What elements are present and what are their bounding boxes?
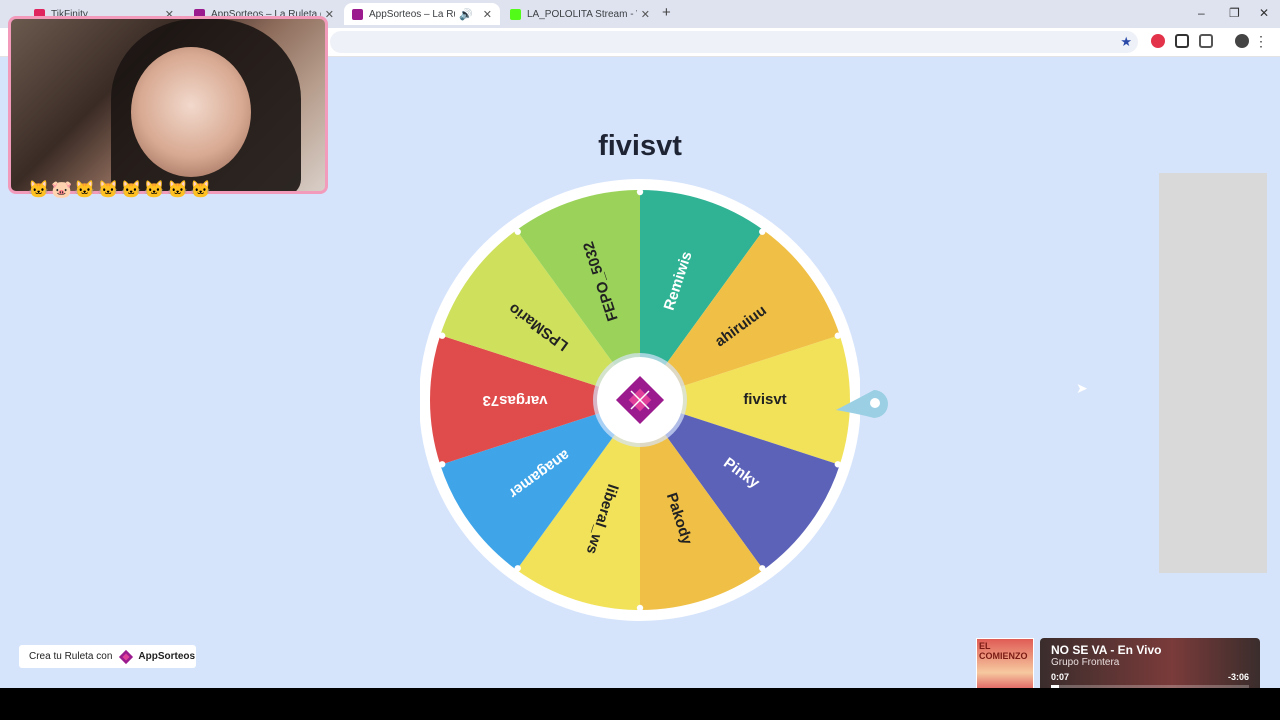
wheel-segment-label: fivisvt — [743, 391, 786, 408]
wheel-peg — [438, 461, 446, 468]
webcam-face — [131, 47, 251, 177]
address-bar[interactable]: ★ — [330, 31, 1138, 53]
puzzle-extensions-icon[interactable] — [1199, 34, 1213, 48]
wheel-peg — [438, 332, 446, 339]
song-title: NO SE VA - En Vivo — [1051, 643, 1162, 657]
remaining-time: -3:06 — [1227, 672, 1249, 682]
wheel-peg — [834, 332, 842, 339]
side-panel — [1159, 173, 1267, 573]
star-icon[interactable]: ★ — [1120, 34, 1132, 50]
wheel-peg — [514, 565, 521, 572]
profile-avatar[interactable] — [1235, 34, 1249, 48]
create-roulette-link[interactable]: Crea tu Ruleta con AppSorteos — [19, 645, 196, 668]
song-artist: Grupo Frontera — [1051, 657, 1120, 668]
promo-brand: AppSorteos — [138, 651, 196, 662]
close-tab-icon[interactable]: ✕ — [641, 8, 650, 21]
winner-title: fivisvt — [598, 130, 682, 162]
minimize-button[interactable]: – — [1198, 6, 1205, 20]
close-window-button[interactable]: ✕ — [1259, 6, 1269, 20]
roulette-wheel[interactable]: fivisvt Pinky Pakody liberal_ws anagamer varg… — [419, 178, 861, 622]
appsorteos-logo-icon — [119, 649, 134, 664]
wheel-pointer-icon — [836, 390, 888, 418]
menu-icon[interactable]: ⋮ — [1254, 33, 1268, 50]
cat-faces-decoration: 🐱🐷🐱🐱🐱🐱🐱🐱 — [28, 180, 214, 199]
wheel-segment-label: vargas73 — [482, 392, 547, 409]
adblock-extension-icon[interactable] — [1151, 34, 1165, 48]
bottom-black-bar — [0, 688, 1280, 720]
tab-title: LA_POLOLITA Stream - Watch Live — [527, 8, 637, 20]
promo-text: Crea tu Ruleta con — [29, 651, 113, 662]
tab-kick-stream[interactable]: LA_POLOLITA Stream - Watch Live ✕ — [502, 3, 658, 25]
tab-appsorteos-active[interactable]: AppSorteos – La Ruleta de la Suerte 🔊 ✕ — [344, 3, 500, 25]
appsorteos-icon — [352, 8, 363, 20]
audio-icon[interactable]: 🔊 — [459, 8, 473, 21]
elapsed-time: 0:07 — [1051, 672, 1070, 682]
wheel-peg — [636, 604, 644, 612]
wheel-peg — [514, 228, 521, 235]
extension-icon[interactable] — [1175, 34, 1189, 48]
mouse-cursor-icon: ➤ — [1076, 380, 1088, 396]
wheel-peg — [636, 188, 644, 196]
album-art-text: EL COMIENZO — [979, 641, 1028, 661]
wheel-peg — [834, 461, 842, 468]
restore-button[interactable]: ❐ — [1229, 6, 1240, 20]
wheel-peg — [759, 228, 766, 235]
kick-icon — [510, 8, 521, 20]
wheel-svg: fivisvtPinkyPakodyliberal_wsanagamervarg… — [419, 179, 861, 621]
wheel-peg — [759, 565, 766, 572]
new-tab-button[interactable]: + — [662, 4, 671, 21]
close-tab-icon[interactable]: ✕ — [483, 8, 492, 21]
tab-title: AppSorteos – La Ruleta de la Suerte — [369, 8, 455, 20]
webcam-overlay — [8, 16, 328, 194]
